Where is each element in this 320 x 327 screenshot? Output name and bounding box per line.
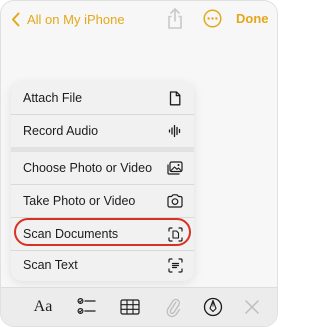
document-icon xyxy=(167,90,183,106)
waveform-icon xyxy=(167,123,183,139)
menu-item-scan-documents[interactable]: Scan Documents xyxy=(11,218,194,250)
paperclip-icon[interactable] xyxy=(165,296,181,318)
more-options-icon[interactable] xyxy=(203,9,222,28)
menu-item-label: Record Audio xyxy=(23,124,99,138)
format-text-icon[interactable]: Aa xyxy=(32,296,54,318)
scan-document-icon xyxy=(167,226,183,242)
menu-item-label: Scan Text xyxy=(23,258,78,272)
navigation-bar: All on My iPhone Done xyxy=(1,1,277,37)
notes-screen: All on My iPhone Done Attach File Record… xyxy=(0,0,278,327)
menu-item-label: Attach File xyxy=(23,91,83,105)
bottom-toolbar: Aa xyxy=(1,287,277,326)
menu-item-take-photo[interactable]: Take Photo or Video xyxy=(11,185,194,217)
done-button[interactable]: Done xyxy=(236,11,269,26)
menu-item-scan-text[interactable]: Scan Text xyxy=(11,249,194,281)
checklist-icon[interactable] xyxy=(77,296,97,318)
scan-text-icon xyxy=(167,257,183,273)
menu-item-record-audio[interactable]: Record Audio xyxy=(11,115,194,147)
menu-item-label: Choose Photo or Video xyxy=(23,161,153,175)
table-icon[interactable] xyxy=(120,296,140,318)
close-icon[interactable] xyxy=(244,296,260,318)
markup-pen-icon[interactable] xyxy=(203,296,223,318)
photo-library-icon xyxy=(167,160,183,176)
back-label: All on My iPhone xyxy=(27,11,125,27)
attachment-menu: Attach File Record Audio Choose Photo or… xyxy=(11,82,194,281)
share-icon[interactable] xyxy=(165,7,185,31)
menu-item-choose-photo[interactable]: Choose Photo or Video xyxy=(11,152,194,184)
menu-item-attach-file[interactable]: Attach File xyxy=(11,82,194,114)
back-button[interactable]: All on My iPhone xyxy=(11,10,125,28)
menu-item-label: Scan Documents xyxy=(23,227,119,241)
chevron-left-icon xyxy=(12,12,20,26)
camera-icon xyxy=(167,193,183,209)
menu-item-label: Take Photo or Video xyxy=(23,194,136,208)
